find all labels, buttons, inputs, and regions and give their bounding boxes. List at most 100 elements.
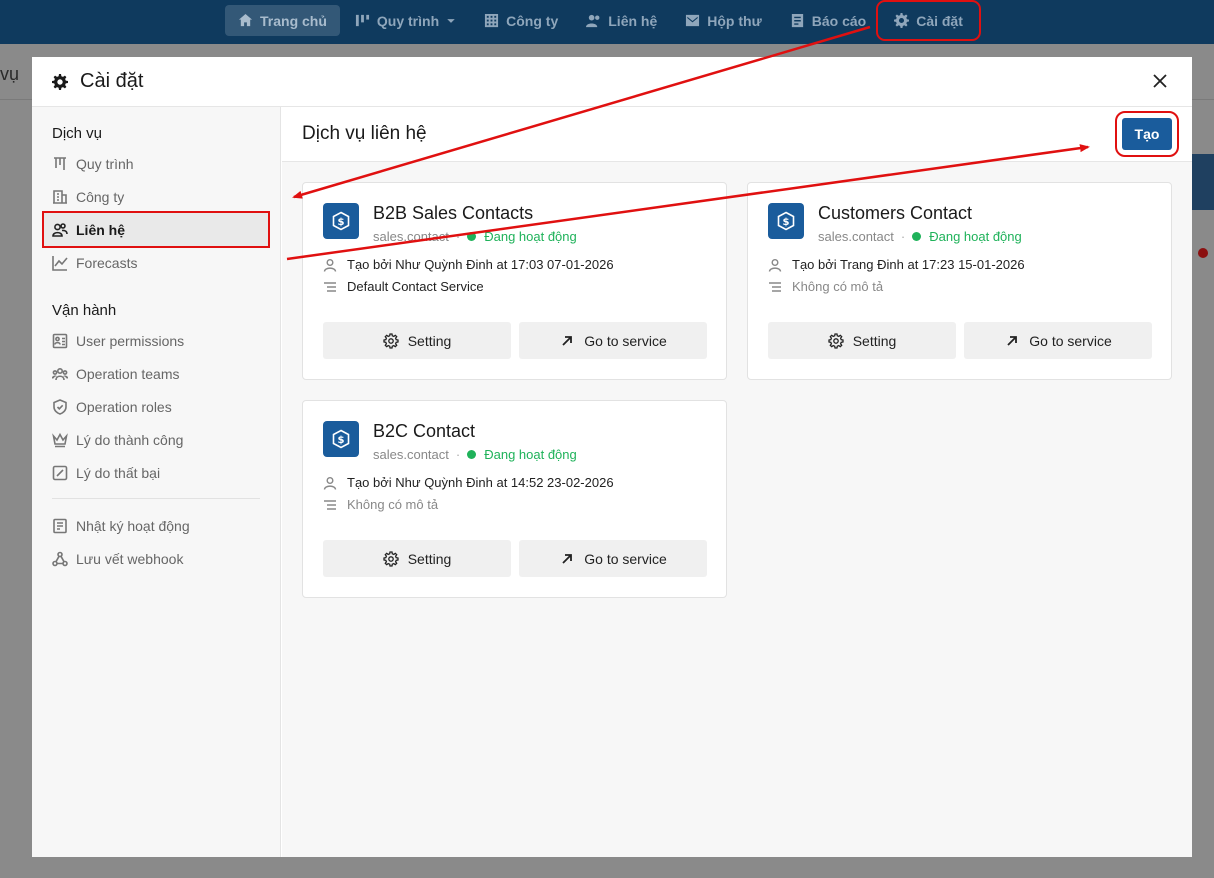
gear-icon — [383, 332, 399, 349]
sidebar-item-label: Lý do thất bại — [76, 464, 161, 481]
nav-report[interactable]: Báo cáo — [777, 5, 879, 36]
sidebar-item-user-permissions[interactable]: User permissions — [32, 324, 280, 357]
sidebar-item-company[interactable]: Công ty — [32, 180, 280, 213]
nav-report-label: Báo cáo — [811, 12, 867, 29]
sidebar-item-contacts[interactable]: Liên hệ — [42, 211, 270, 248]
nav-settings-label: Cài đặt — [916, 12, 963, 29]
nav-settings[interactable]: Cài đặt — [876, 0, 981, 41]
meta-separator: · — [900, 229, 906, 244]
team-icon — [52, 367, 68, 380]
service-card: $ Customers Contact sales.contact · Đang… — [747, 182, 1172, 380]
service-card: $ B2B Sales Contacts sales.contact · Đan… — [302, 182, 727, 380]
created-text: Tạo bởi Như Quỳnh Đinh at 14:52 23-02-20… — [347, 475, 614, 490]
sidebar-item-activity-log[interactable]: Nhật ký hoạt động — [32, 509, 280, 542]
setting-label: Setting — [407, 550, 452, 567]
text-lines-icon — [769, 281, 781, 292]
gear-icon — [383, 550, 399, 567]
setting-button[interactable]: Setting — [768, 322, 956, 359]
nav-company[interactable]: Công ty — [471, 5, 571, 36]
text-lines-icon — [324, 499, 336, 510]
sidebar-item-label: Quy trình — [76, 155, 134, 172]
gear-icon — [828, 332, 844, 349]
pipeline-icon — [54, 156, 66, 170]
go-to-service-label: Go to service — [584, 332, 667, 349]
description-text: Default Contact Service — [347, 279, 484, 294]
service-description: Default Contact Service — [323, 279, 484, 294]
shield-icon — [53, 398, 67, 415]
setting-label: Setting — [852, 332, 897, 349]
go-to-service-button[interactable]: Go to service — [964, 322, 1152, 359]
status-badge: Đang hoạt động — [484, 447, 577, 462]
building-icon — [53, 189, 67, 204]
mail-icon — [686, 14, 700, 27]
svg-text:$: $ — [338, 217, 345, 228]
sidebar-section-ops: Vận hành — [52, 302, 117, 319]
svg-text:$: $ — [783, 217, 790, 228]
description-text: Không có mô tả — [792, 279, 884, 294]
service-logo-icon: $ — [323, 421, 359, 457]
setting-label: Setting — [407, 332, 452, 349]
settings-modal: Cài đặt Dịch vụ Quy trình Công ty Liên h… — [32, 57, 1192, 857]
sidebar-item-label: Operation teams — [76, 365, 180, 382]
sidebar-item-pipeline[interactable]: Quy trình — [32, 147, 280, 180]
settings-sidebar: Dịch vụ Quy trình Công ty Liên hệ Foreca… — [32, 107, 281, 857]
go-to-service-button[interactable]: Go to service — [519, 540, 707, 577]
top-navigation: Trang chủ Quy trình Công ty Liên hệ Hộp … — [0, 0, 1214, 44]
user-icon — [768, 258, 782, 272]
go-to-service-button[interactable]: Go to service — [519, 322, 707, 359]
sidebar-item-forecasts[interactable]: Forecasts — [32, 246, 280, 279]
sidebar-item-success-reasons[interactable]: Lý do thành công — [32, 423, 280, 456]
nav-pipeline[interactable]: Quy trình — [342, 5, 469, 36]
page-title: Dịch vụ liên hệ — [302, 123, 427, 144]
sidebar-item-label: Nhật ký hoạt động — [76, 517, 190, 534]
setting-button[interactable]: Setting — [323, 322, 511, 359]
created-text: Tạo bởi Trang Đinh at 17:23 15-01-2026 — [792, 257, 1025, 272]
service-name[interactable]: Customers Contact — [818, 203, 972, 224]
sidebar-item-failure-reasons[interactable]: Lý do thất bại — [32, 456, 280, 489]
status-dot-icon — [912, 232, 922, 241]
nav-home[interactable]: Trang chủ — [225, 5, 340, 36]
service-created: Tạo bởi Trang Đinh at 17:23 15-01-2026 — [768, 257, 1025, 272]
meta-separator: · — [455, 447, 461, 462]
nav-contacts-label: Liên hệ — [608, 12, 658, 29]
nav-contacts[interactable]: Liên hệ — [573, 5, 670, 36]
service-description: Không có mô tả — [323, 497, 438, 512]
chart-line-icon — [52, 255, 68, 271]
sidebar-item-label: Liên hệ — [76, 221, 126, 238]
service-name[interactable]: B2B Sales Contacts — [373, 203, 533, 224]
sidebar-item-label: Operation roles — [76, 398, 172, 415]
description-text: Không có mô tả — [347, 497, 439, 512]
service-meta: sales.contact · Đang hoạt động — [373, 229, 577, 244]
modal-header: Cài đặt — [32, 57, 1192, 107]
sidebar-item-label: Lưu vết webhook — [76, 550, 184, 567]
sidebar-item-operation-roles[interactable]: Operation roles — [32, 390, 280, 423]
user-icon — [323, 258, 337, 272]
background-title: vụ — [0, 64, 20, 84]
sidebar-item-operation-teams[interactable]: Operation teams — [32, 357, 280, 390]
service-card: $ B2C Contact sales.contact · Đang hoạt … — [302, 400, 727, 598]
nav-pipeline-label: Quy trình — [376, 12, 440, 29]
slash-box-icon — [52, 465, 68, 480]
close-button[interactable] — [1150, 71, 1170, 91]
service-created: Tạo bởi Như Quỳnh Đinh at 14:52 23-02-20… — [323, 475, 614, 490]
created-text: Tạo bởi Như Quỳnh Đinh at 17:03 07-01-20… — [347, 257, 614, 272]
sidebar-item-webhook-log[interactable]: Lưu vết webhook — [32, 542, 280, 575]
log-icon — [53, 518, 67, 533]
service-description: Không có mô tả — [768, 279, 883, 294]
gear-icon — [894, 13, 910, 28]
chevron-down-icon — [447, 18, 455, 23]
modal-title: Cài đặt — [80, 70, 144, 92]
setting-button[interactable]: Setting — [323, 540, 511, 577]
nav-company-label: Công ty — [506, 12, 559, 29]
status-dot-icon — [467, 232, 477, 241]
nav-mail[interactable]: Hộp thư — [672, 5, 774, 36]
service-name[interactable]: B2C Contact — [373, 421, 475, 442]
content-header: Dịch vụ liên hệ Tạo — [282, 107, 1192, 162]
arrow-up-right-icon — [1007, 335, 1018, 346]
text-lines-icon — [324, 281, 336, 292]
report-icon — [791, 13, 803, 28]
service-logo-icon: $ — [323, 203, 359, 239]
create-button[interactable]: Tạo — [1115, 111, 1179, 157]
sidebar-item-label: Lý do thành công — [76, 431, 184, 448]
service-meta: sales.contact · Đang hoạt động — [818, 229, 1022, 244]
